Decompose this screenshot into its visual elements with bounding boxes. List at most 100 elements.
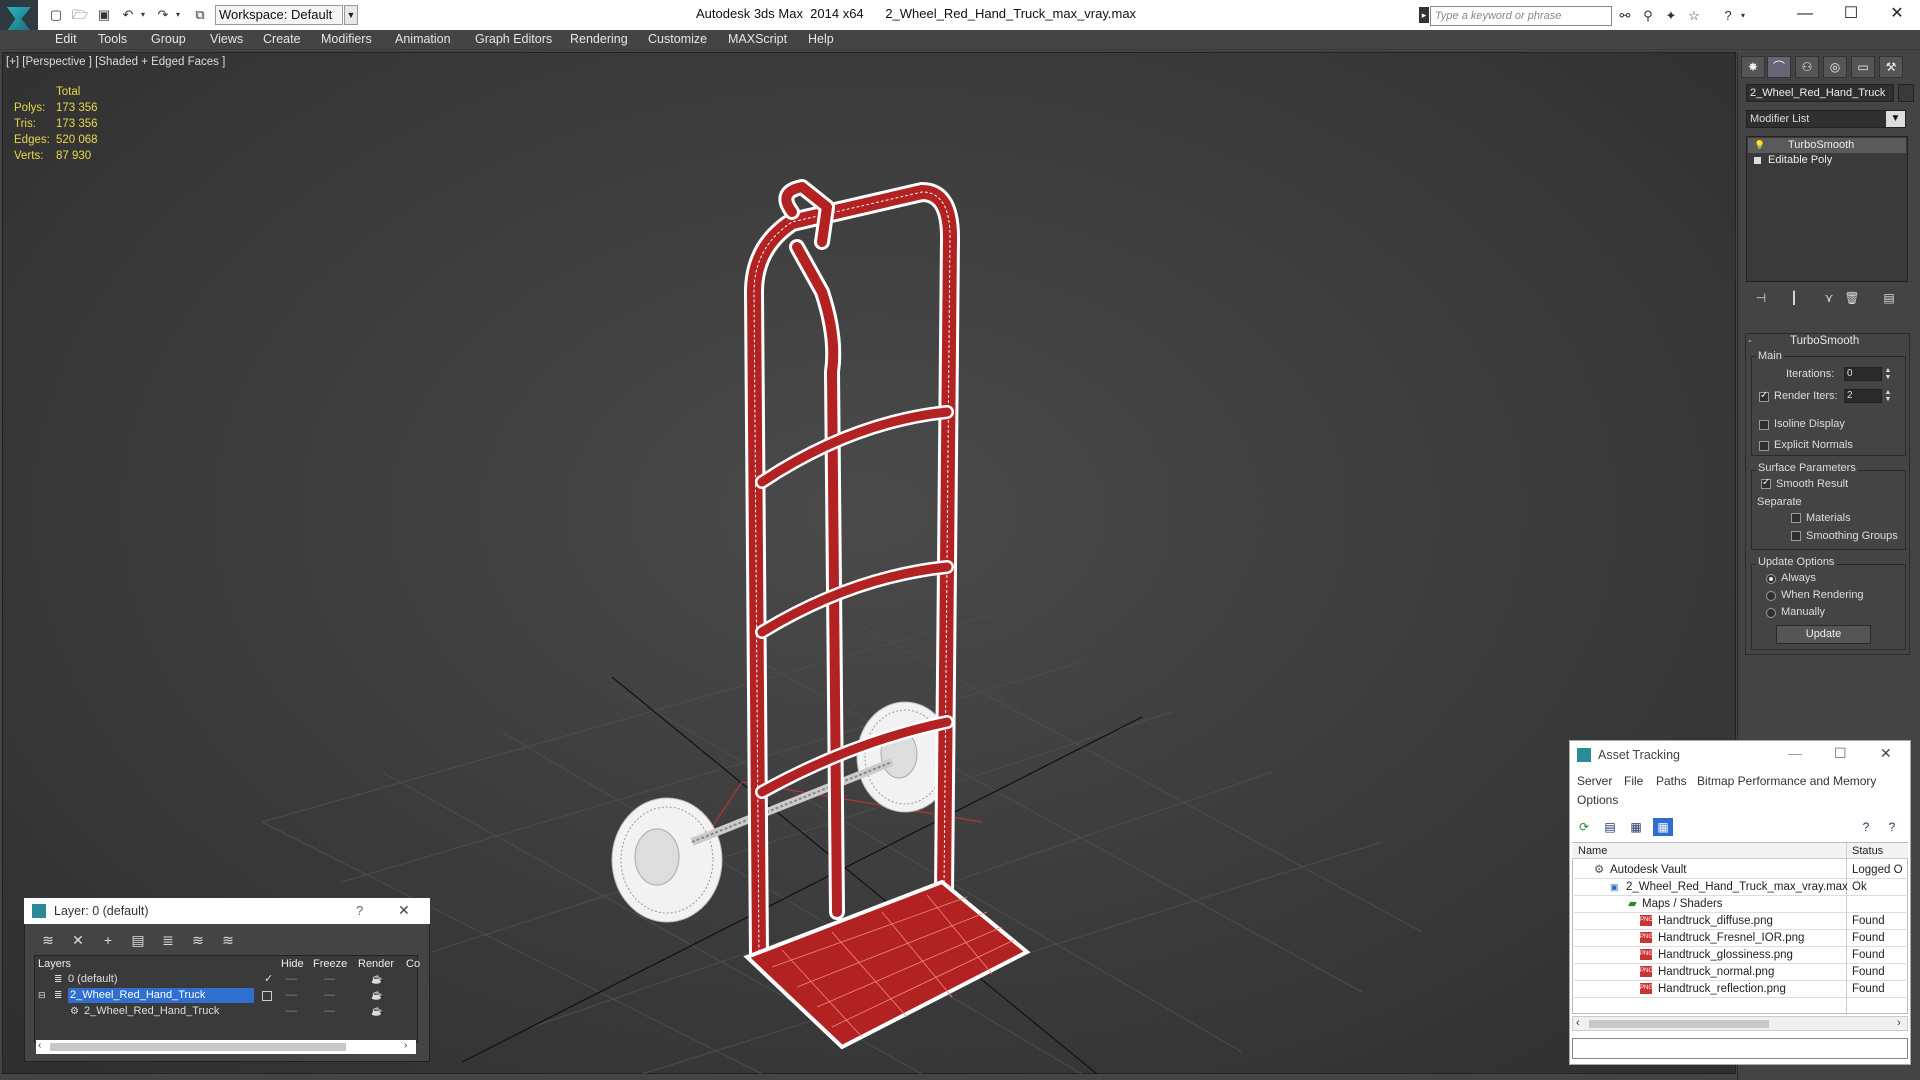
menu-customize[interactable]: Customize bbox=[648, 32, 707, 46]
table-view-icon[interactable]: ▦ bbox=[1653, 818, 1673, 836]
hide-unhide-all-icon[interactable]: ≋ bbox=[188, 930, 208, 950]
workspace-select[interactable]: Workspace: Default bbox=[215, 5, 343, 25]
hierarchy-tab-icon[interactable]: ⚇ bbox=[1795, 56, 1819, 78]
smooth-result-checkbox[interactable] bbox=[1761, 477, 1771, 489]
current-layer-check-icon[interactable]: ✓ bbox=[264, 972, 273, 987]
asset-menu-server[interactable]: Server bbox=[1577, 774, 1612, 788]
asset-row[interactable]: PNG Handtruck_diffuse.png Found bbox=[1574, 913, 1906, 930]
col-name[interactable]: Name bbox=[1578, 843, 1607, 859]
col-render[interactable]: Render bbox=[358, 957, 394, 971]
freeze-toggle-icon[interactable]: — bbox=[324, 1004, 335, 1019]
asset-row[interactable]: ⚙ Autodesk Vault Logged O bbox=[1574, 862, 1906, 879]
scrollbar-thumb[interactable] bbox=[50, 1043, 346, 1051]
smoothing-groups-checkbox[interactable] bbox=[1791, 531, 1801, 541]
communication-icon[interactable]: ✦ bbox=[1663, 8, 1679, 24]
manually-radio[interactable] bbox=[1766, 608, 1776, 618]
scroll-left-icon[interactable]: ‹ bbox=[38, 1040, 41, 1051]
menu-help[interactable]: Help bbox=[808, 32, 834, 46]
when-rendering-radio[interactable] bbox=[1766, 591, 1776, 601]
asset-row[interactable]: PNG Handtruck_glossiness.png Found bbox=[1574, 947, 1906, 964]
help-icon[interactable]: ? bbox=[1720, 8, 1736, 24]
open-file-icon[interactable]: 🗁 bbox=[72, 7, 88, 23]
modify-tab-icon[interactable]: ⌒ bbox=[1767, 56, 1791, 78]
add-to-layer-icon[interactable]: + bbox=[98, 930, 118, 950]
menu-graph-editors[interactable]: Graph Editors bbox=[475, 32, 552, 46]
asset-menu-options[interactable]: Options bbox=[1577, 793, 1618, 807]
scroll-right-icon[interactable]: › bbox=[1897, 1017, 1901, 1029]
asset-row[interactable]: PNG Handtruck_reflection.png Found bbox=[1574, 981, 1906, 998]
asset-row[interactable]: PNG Handtruck_normal.png Found bbox=[1574, 964, 1906, 981]
highlight-selected-icon[interactable]: ≣ bbox=[158, 930, 178, 950]
show-end-result-icon[interactable]: ┃ bbox=[1785, 290, 1803, 306]
asset-menu-file[interactable]: File bbox=[1624, 774, 1643, 788]
layer-row[interactable]: ⚙ 2_Wheel_Red_Hand_Truck — — ☕ bbox=[36, 1004, 416, 1019]
save-file-icon[interactable]: ▣ bbox=[96, 7, 112, 23]
undo-icon[interactable]: ↶ bbox=[120, 7, 136, 23]
render-teapot-icon[interactable]: ☕ bbox=[371, 988, 382, 1003]
hide-toggle-icon[interactable]: — bbox=[286, 988, 297, 1003]
search-expand-icon[interactable]: ▸ bbox=[1419, 7, 1429, 23]
iterations-spinner[interactable]: 0 bbox=[1844, 367, 1882, 381]
scroll-right-icon[interactable]: › bbox=[404, 1040, 407, 1051]
search-input[interactable]: Type a keyword or phrase bbox=[1430, 6, 1612, 26]
object-name-field[interactable]: 2_Wheel_Red_Hand_Truck bbox=[1746, 84, 1894, 102]
set-current-box-icon[interactable] bbox=[262, 991, 272, 1001]
isoline-display-checkbox[interactable] bbox=[1759, 420, 1769, 430]
materials-checkbox[interactable] bbox=[1791, 513, 1801, 523]
utilities-tab-icon[interactable]: ⚒ bbox=[1879, 56, 1903, 78]
hide-toggle-icon[interactable]: — bbox=[286, 972, 297, 987]
col-freeze[interactable]: Freeze bbox=[313, 957, 347, 971]
freeze-unfreeze-all-icon[interactable]: ≋ bbox=[218, 930, 238, 950]
menu-maxscript[interactable]: MAXScript bbox=[728, 32, 787, 46]
col-status[interactable]: Status bbox=[1852, 843, 1883, 859]
create-layer-icon[interactable]: ≋ bbox=[38, 930, 58, 950]
layer-help-icon[interactable]: ? bbox=[356, 903, 363, 918]
layer-close-icon[interactable]: ✕ bbox=[398, 902, 410, 919]
asset-menu-paths[interactable]: Paths bbox=[1656, 774, 1687, 788]
asset-menu-bitmap[interactable]: Bitmap Performance and Memory bbox=[1697, 774, 1876, 788]
render-iters-spinner-arrows-icon[interactable]: ▲ ▼ bbox=[1884, 389, 1892, 403]
col-color[interactable]: Co bbox=[406, 957, 420, 971]
favorites-star-icon[interactable]: ☆ bbox=[1686, 8, 1702, 24]
configure-modifier-sets-icon[interactable]: ▤ bbox=[1880, 290, 1898, 306]
viewport-label[interactable]: [+] [Perspective ] [Shaded + Edged Faces… bbox=[6, 56, 225, 68]
asset-maximize-button[interactable]: ☐ bbox=[1834, 745, 1847, 762]
asset-minimize-button[interactable]: — bbox=[1788, 745, 1802, 761]
new-file-icon[interactable]: ▢ bbox=[48, 7, 64, 23]
render-teapot-icon[interactable]: ☕ bbox=[371, 972, 382, 987]
menu-tools[interactable]: Tools bbox=[98, 32, 127, 46]
layer-horizontal-scrollbar[interactable]: ‹ › bbox=[36, 1040, 416, 1054]
asset-row[interactable]: ▣ 2_Wheel_Red_Hand_Truck_max_vray.max Ok bbox=[1574, 879, 1906, 896]
asset-help-icon[interactable]: ? bbox=[1856, 818, 1876, 836]
render-teapot-icon[interactable]: ☕ bbox=[371, 1004, 382, 1019]
object-color-swatch[interactable] bbox=[1898, 84, 1914, 102]
undo-dropdown-icon[interactable]: ▾ bbox=[138, 7, 148, 23]
asset-row[interactable]: PNG Handtruck_Fresnel_IOR.png Found bbox=[1574, 930, 1906, 947]
scrollbar-thumb[interactable] bbox=[1589, 1020, 1769, 1028]
motion-tab-icon[interactable]: ◎ bbox=[1823, 56, 1847, 78]
rollout-collapse-icon[interactable]: - bbox=[1748, 335, 1752, 347]
workspace-dropdown-icon[interactable]: ▼ bbox=[344, 5, 358, 25]
delete-layer-icon[interactable]: ✕ bbox=[68, 930, 88, 950]
freeze-toggle-icon[interactable]: — bbox=[324, 972, 335, 987]
menu-create[interactable]: Create bbox=[263, 32, 301, 46]
asset-info-icon[interactable]: ? bbox=[1882, 818, 1902, 836]
scroll-left-icon[interactable]: ‹ bbox=[1576, 1017, 1580, 1029]
iterations-spinner-arrows-icon[interactable]: ▲ ▼ bbox=[1884, 367, 1892, 381]
minimize-button[interactable]: — bbox=[1790, 3, 1820, 25]
always-radio[interactable] bbox=[1766, 574, 1776, 584]
redo-icon[interactable]: ↷ bbox=[155, 7, 171, 23]
project-folder-icon[interactable]: ⧉ bbox=[192, 7, 208, 23]
close-button[interactable]: ✕ bbox=[1882, 3, 1912, 25]
explicit-normals-checkbox[interactable] bbox=[1759, 441, 1769, 451]
freeze-toggle-icon[interactable]: — bbox=[324, 988, 335, 1003]
menu-views[interactable]: Views bbox=[210, 32, 243, 46]
menu-animation[interactable]: Animation bbox=[395, 32, 451, 46]
subscription-icon[interactable]: ⚲ bbox=[1640, 8, 1656, 24]
asset-path-input[interactable] bbox=[1572, 1038, 1908, 1059]
lightbulb-icon[interactable]: 💡 bbox=[1754, 138, 1765, 153]
menu-edit[interactable]: Edit bbox=[55, 32, 77, 46]
remove-modifier-icon[interactable]: 🗑 bbox=[1843, 290, 1861, 306]
col-hide[interactable]: Hide bbox=[281, 957, 304, 971]
list-view-icon[interactable]: ▤ bbox=[1600, 818, 1620, 836]
